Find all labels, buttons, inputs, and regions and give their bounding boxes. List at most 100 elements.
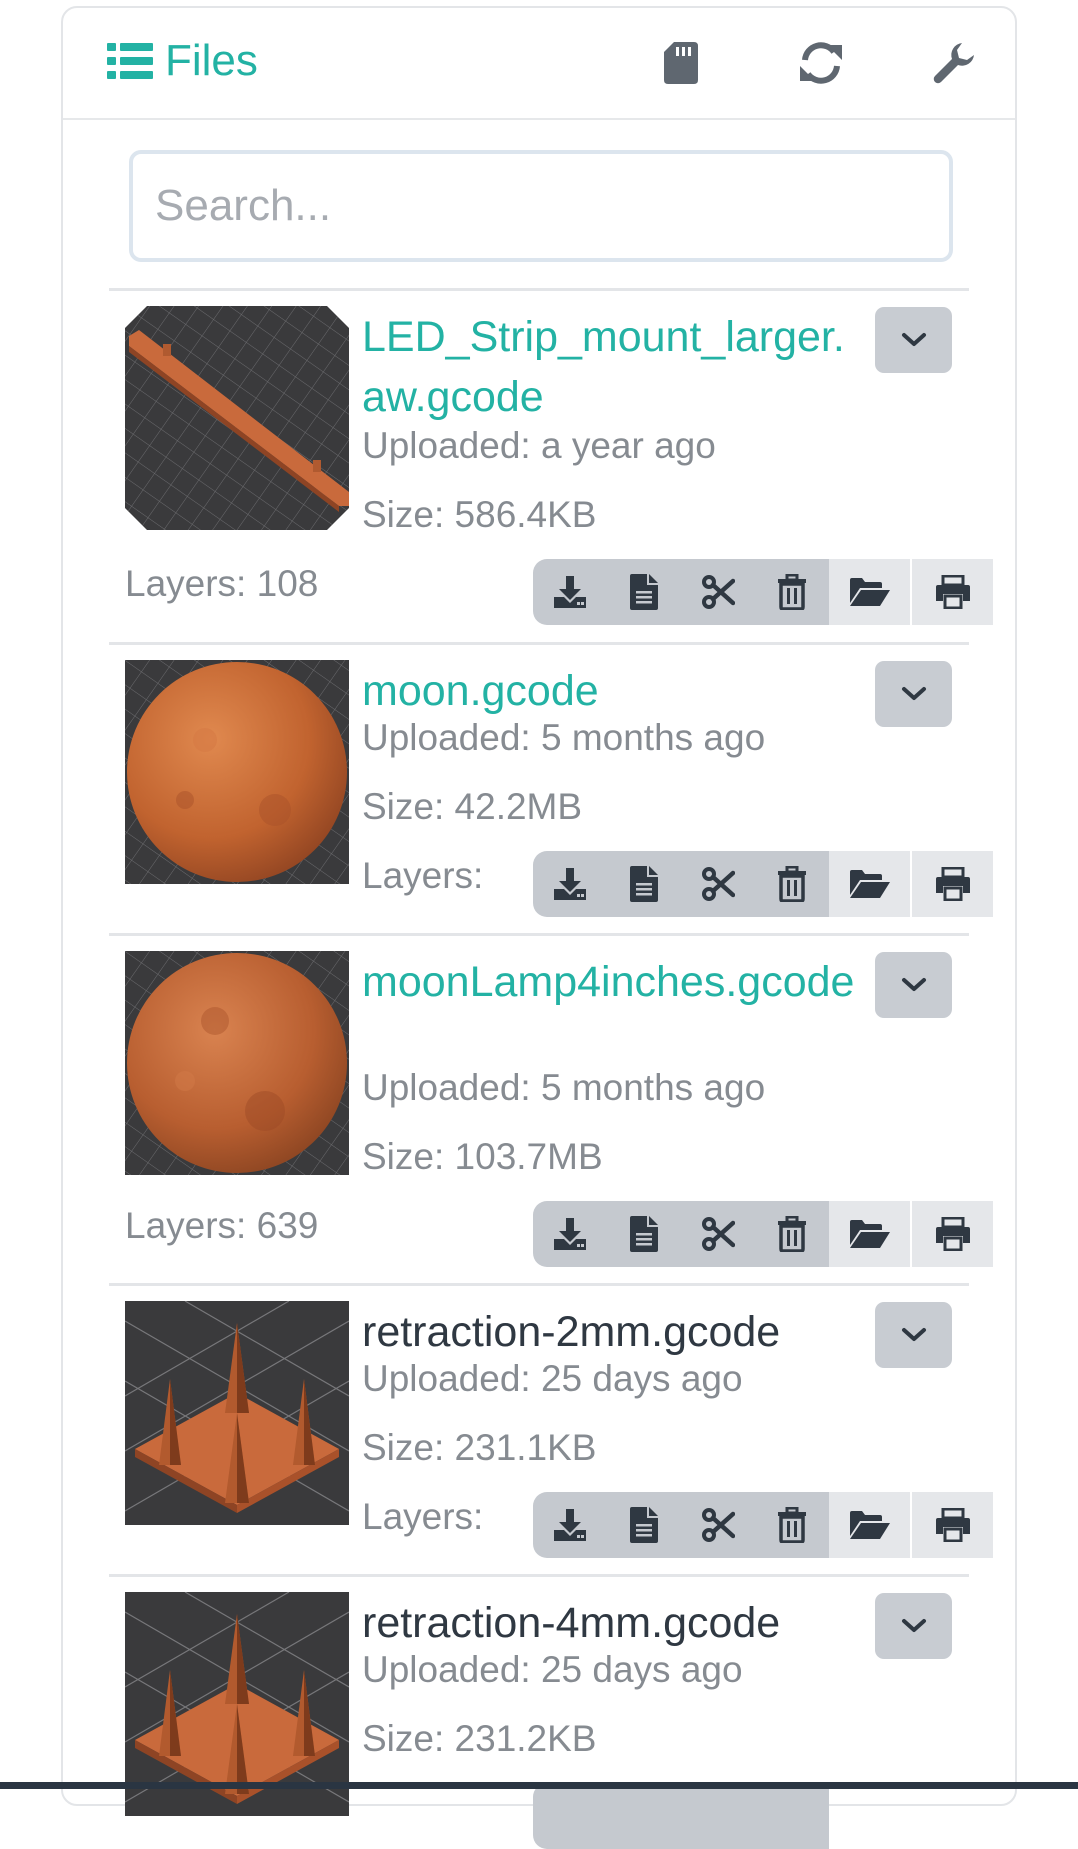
print-icon bbox=[935, 1217, 970, 1251]
chevron-down-icon bbox=[901, 978, 926, 991]
file-dropdown-button[interactable] bbox=[875, 661, 952, 727]
download-icon bbox=[554, 1218, 586, 1250]
file-uploaded: Uploaded: 25 days ago bbox=[362, 1358, 743, 1399]
delete-button[interactable] bbox=[755, 1492, 829, 1558]
cut-button[interactable] bbox=[681, 1783, 755, 1849]
gcode-view-button[interactable] bbox=[607, 1201, 681, 1267]
download-button[interactable] bbox=[533, 1201, 607, 1267]
file-uploaded: Uploaded: 5 months ago bbox=[362, 717, 766, 758]
file-actions bbox=[533, 559, 999, 625]
file-list-item[interactable]: moon.gcode Uploaded: 5 months ago Size: … bbox=[109, 642, 993, 933]
gcode-view-button[interactable] bbox=[607, 559, 681, 625]
scissors-icon bbox=[702, 867, 735, 901]
file-dropdown-button[interactable] bbox=[875, 1593, 952, 1659]
search-input[interactable] bbox=[129, 150, 953, 262]
trash-icon bbox=[778, 866, 806, 902]
delete-button[interactable] bbox=[755, 1783, 829, 1849]
file-actions bbox=[533, 1201, 999, 1267]
download-icon bbox=[554, 576, 586, 608]
refresh-button[interactable] bbox=[796, 38, 846, 88]
open-folder-button[interactable] bbox=[829, 1201, 910, 1267]
download-button[interactable] bbox=[533, 559, 607, 625]
file-actions bbox=[533, 1492, 999, 1558]
delete-button[interactable] bbox=[755, 1201, 829, 1267]
print-button[interactable] bbox=[910, 1201, 993, 1267]
trash-icon bbox=[778, 1507, 806, 1543]
folder-open-icon bbox=[849, 1220, 890, 1248]
file-list: LED_Strip_mount_larger.aw.gcode Uploaded… bbox=[109, 288, 993, 1849]
download-button[interactable] bbox=[533, 1492, 607, 1558]
bottom-nav-edge bbox=[0, 1782, 1078, 1789]
files-panel: Files Search... LED_Strip_mount_larger.a… bbox=[61, 6, 1017, 1849]
print-icon bbox=[935, 1508, 970, 1542]
delete-button[interactable] bbox=[755, 559, 829, 625]
file-layers: Layers: 639 bbox=[125, 1205, 319, 1246]
settings-button[interactable] bbox=[929, 38, 979, 88]
file-thumbnail bbox=[125, 1301, 349, 1525]
file-size: Size: 231.1KB bbox=[362, 1427, 597, 1468]
gcode-view-button[interactable] bbox=[607, 851, 681, 917]
trash-icon bbox=[778, 1216, 806, 1252]
trash-icon bbox=[778, 574, 806, 610]
refresh-icon bbox=[800, 42, 842, 84]
print-button[interactable] bbox=[910, 559, 993, 625]
print-button[interactable] bbox=[910, 1492, 993, 1558]
print-icon bbox=[935, 575, 970, 609]
folder-open-icon bbox=[849, 870, 890, 898]
file-uploaded: Uploaded: 25 days ago bbox=[362, 1649, 743, 1690]
scissors-icon bbox=[702, 1508, 735, 1542]
folder-open-icon bbox=[849, 1511, 890, 1539]
file-thumbnail bbox=[125, 660, 349, 884]
file-list-item[interactable]: LED_Strip_mount_larger.aw.gcode Uploaded… bbox=[109, 288, 993, 642]
chevron-down-icon bbox=[901, 1328, 926, 1341]
delete-button[interactable] bbox=[755, 851, 829, 917]
cut-button[interactable] bbox=[681, 1492, 755, 1558]
download-button[interactable] bbox=[533, 1783, 607, 1849]
print-icon bbox=[935, 867, 970, 901]
open-folder-button[interactable] bbox=[829, 559, 910, 625]
file-dropdown-button[interactable] bbox=[875, 952, 952, 1018]
cut-button[interactable] bbox=[681, 851, 755, 917]
file-size: Size: 103.7MB bbox=[362, 1136, 603, 1177]
file-size: Size: 586.4KB bbox=[362, 494, 597, 535]
file-text-icon bbox=[630, 1507, 658, 1543]
cut-button[interactable] bbox=[681, 559, 755, 625]
file-name-link[interactable]: moonLamp4inches.gcode bbox=[362, 952, 862, 1012]
retraction-spikes-thumbnail bbox=[125, 1301, 349, 1525]
file-list-item[interactable]: retraction-4mm.gcode Uploaded: 25 days a… bbox=[109, 1574, 969, 1849]
file-name-link[interactable]: moon.gcode bbox=[362, 661, 862, 721]
file-name-link[interactable]: LED_Strip_mount_larger.aw.gcode bbox=[362, 307, 862, 427]
sd-card-button[interactable] bbox=[656, 38, 706, 88]
file-thumbnail bbox=[125, 951, 349, 1175]
file-size: Size: 42.2MB bbox=[362, 786, 583, 827]
file-text-icon bbox=[630, 1216, 658, 1252]
chevron-down-icon bbox=[901, 1619, 926, 1632]
cut-button[interactable] bbox=[681, 1201, 755, 1267]
download-button[interactable] bbox=[533, 851, 607, 917]
file-layers: Layers: bbox=[362, 1496, 484, 1537]
file-list-item[interactable]: retraction-2mm.gcode Uploaded: 25 days a… bbox=[109, 1283, 993, 1574]
led-strip-thumbnail bbox=[125, 306, 349, 530]
file-actions bbox=[533, 851, 999, 917]
file-name-link[interactable]: retraction-2mm.gcode bbox=[362, 1302, 862, 1362]
wrench-icon bbox=[933, 43, 974, 84]
file-list-item[interactable]: moonLamp4inches.gcode Uploaded: 5 months… bbox=[109, 933, 993, 1283]
moon-thumbnail bbox=[125, 660, 349, 884]
file-dropdown-button[interactable] bbox=[875, 307, 952, 373]
scissors-icon bbox=[702, 575, 735, 609]
folder-open-icon bbox=[849, 578, 890, 606]
file-layers: Layers: 108 bbox=[125, 563, 319, 604]
file-text-icon bbox=[630, 574, 658, 610]
print-button[interactable] bbox=[910, 851, 993, 917]
file-name-link[interactable]: retraction-4mm.gcode bbox=[362, 1593, 862, 1653]
file-dropdown-button[interactable] bbox=[875, 1302, 952, 1368]
download-icon bbox=[554, 868, 586, 900]
gcode-view-button[interactable] bbox=[607, 1492, 681, 1558]
panel-title: Files bbox=[107, 36, 258, 86]
chevron-down-icon bbox=[901, 333, 926, 346]
open-folder-button[interactable] bbox=[829, 851, 910, 917]
sd-card-icon bbox=[664, 42, 698, 84]
gcode-view-button[interactable] bbox=[607, 1783, 681, 1849]
open-folder-button[interactable] bbox=[829, 1492, 910, 1558]
chevron-down-icon bbox=[901, 687, 926, 700]
